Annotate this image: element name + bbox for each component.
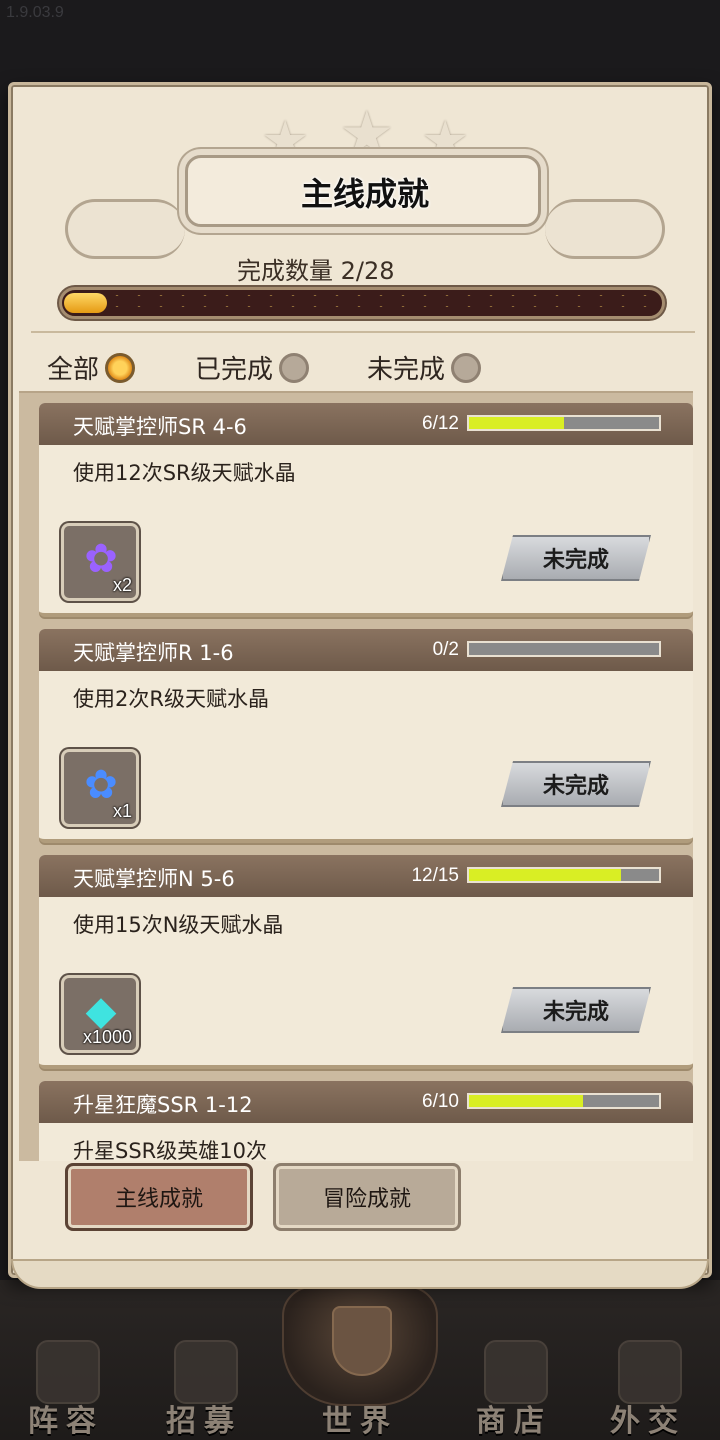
shield-emblem-icon — [332, 1306, 392, 1376]
filter-label: 已完成 — [195, 355, 274, 385]
divider — [31, 331, 695, 333]
achievement-title: 天赋掌控师R 1-6 — [73, 641, 234, 665]
bell-icon — [174, 1340, 238, 1404]
card-header: 天赋掌控师N 5-6 12/15 — [39, 855, 693, 897]
nav-diplomacy[interactable]: 外交 — [588, 1340, 708, 1440]
achievement-progress-text: 6/12 — [422, 413, 459, 434]
achievement-progress-bar — [467, 641, 661, 657]
handshake-icon — [618, 1340, 682, 1404]
card-header: 天赋掌控师SR 4-6 6/12 — [39, 403, 693, 445]
nav-label: 阵容 — [28, 1404, 104, 1439]
achievement-card: 天赋掌控师N 5-6 12/15 使用15次N级天赋水晶 ◆ x1000 未完成 — [39, 855, 693, 1069]
reward-quantity: x1 — [112, 801, 132, 821]
nav-shop[interactable]: 商店 — [454, 1340, 574, 1440]
filter-group: 全部 已完成 未完成 — [47, 349, 667, 393]
radio-icon[interactable] — [451, 352, 482, 383]
reward-item[interactable]: ✿ x1 — [61, 749, 139, 827]
filter-incomplete[interactable]: 未完成 — [367, 349, 482, 386]
filter-all[interactable]: 全部 — [47, 349, 136, 386]
radio-icon[interactable] — [279, 352, 310, 383]
achievement-title: 升星狂魔SSR 1-12 — [73, 1093, 253, 1117]
completion-progress-bar — [59, 287, 665, 319]
achievement-progress-bar — [467, 1093, 661, 1109]
achievement-description: 使用12次SR级天赋水晶 — [73, 461, 296, 485]
helmet-icon — [36, 1340, 100, 1404]
crate-icon — [484, 1340, 548, 1404]
filter-label: 未完成 — [367, 355, 446, 385]
reward-item[interactable]: ✿ x2 — [61, 523, 139, 601]
nav-label: 商店 — [476, 1404, 552, 1439]
card-header: 升星狂魔SSR 1-12 6/10 — [39, 1081, 693, 1123]
filter-label: 全部 — [47, 355, 100, 385]
achievement-description: 升星SSR级英雄10次 — [73, 1139, 267, 1161]
achievement-progress-text: 12/15 — [411, 865, 459, 886]
dialog-title: 主线成就 — [300, 175, 429, 213]
achievement-dialog: ★ ★ ★ 主线成就 完成数量 2/28 全部 已完成 未完成 天赋掌控师SR … — [8, 82, 712, 1289]
nav-recruit[interactable]: 招募 — [144, 1340, 264, 1440]
achievement-progress-text: 0/2 — [432, 639, 459, 660]
nav-label: 外交 — [610, 1404, 686, 1439]
card-header: 天赋掌控师R 1-6 0/2 — [39, 629, 693, 671]
status-button[interactable]: 未完成 — [501, 535, 651, 581]
achievement-progress-text: 6/10 — [422, 1091, 459, 1112]
status-button[interactable]: 未完成 — [501, 761, 651, 807]
reward-quantity: x2 — [112, 575, 132, 595]
reward-item[interactable]: ◆ x1000 — [61, 975, 139, 1053]
achievement-card: 天赋掌控师R 1-6 0/2 使用2次R级天赋水晶 ✿ x1 未完成 — [39, 629, 693, 843]
achievement-description: 使用15次N级天赋水晶 — [73, 913, 284, 937]
achievement-list[interactable]: 天赋掌控师SR 4-6 6/12 使用12次SR级天赋水晶 ✿ x2 未完成 天… — [19, 391, 693, 1161]
achievement-card: 升星狂魔SSR 1-12 6/10 升星SSR级英雄10次 — [39, 1081, 693, 1161]
achievement-progress-bar — [467, 867, 661, 883]
achievement-title: 天赋掌控师N 5-6 — [73, 867, 235, 891]
nav-lineup[interactable]: 阵容 — [6, 1340, 126, 1440]
completion-count: 完成数量 2/28 — [237, 257, 395, 285]
version-label: 1.9.03.9 — [6, 4, 64, 21]
achievement-title: 天赋掌控师SR 4-6 — [73, 415, 247, 439]
tab-adventure-achievements[interactable]: 冒险成就 — [273, 1163, 461, 1231]
achievement-progress-bar — [467, 415, 661, 431]
reward-quantity: x1000 — [82, 1027, 132, 1047]
world-emblem[interactable] — [282, 1286, 438, 1406]
filter-completed[interactable]: 已完成 — [195, 349, 310, 386]
nav-label: 招募 — [166, 1404, 242, 1439]
completion-progress-fill — [64, 293, 107, 313]
status-button[interactable]: 未完成 — [501, 987, 651, 1033]
radio-selected-icon[interactable] — [105, 352, 136, 383]
achievement-description: 使用2次R级天赋水晶 — [73, 687, 269, 711]
achievement-card: 天赋掌控师SR 4-6 6/12 使用12次SR级天赋水晶 ✿ x2 未完成 — [39, 403, 693, 617]
tab-main-achievements[interactable]: 主线成就 — [65, 1163, 253, 1231]
